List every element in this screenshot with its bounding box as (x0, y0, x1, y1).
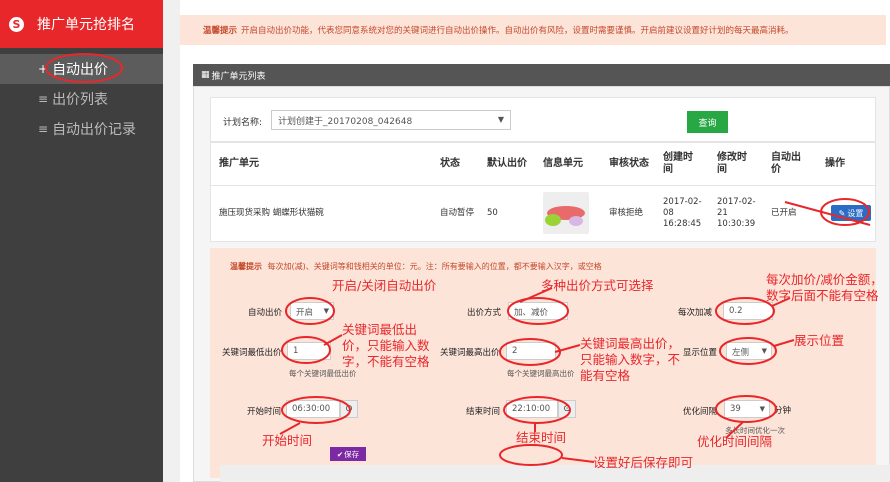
interval-label: 优化间隔 (683, 407, 718, 417)
col-info-unit: 信息单元 (543, 158, 583, 169)
bottom-strip (220, 465, 890, 482)
tip-text: 开启自动出价功能，代表您同意系统对您的关键词进行自动出价操作。自动出价有风险，设… (241, 26, 794, 36)
plan-select[interactable]: 计划创建于_20170208_042648 ▼ (271, 110, 511, 130)
panel-title: 推广单元列表 (211, 71, 266, 82)
save-button[interactable]: ✔ 保存 (330, 447, 366, 461)
position-value: 左侧 (732, 348, 750, 358)
anno-max: 关键词最高出价，只能输入数字，不能有空格 (580, 336, 681, 383)
save-button-label: 保存 (344, 449, 360, 459)
auto-bid-select[interactable]: 开启 ▼ (290, 302, 334, 320)
sidebar: S 推广单元抢排名 + 自动出价 ≡ 出价列表 ≡ 自动出价记录 (0, 0, 163, 482)
cell-action: ✎ 设置 (831, 186, 871, 240)
clock-icon[interactable]: ⊙ (558, 400, 576, 418)
anno-interval: 优化时间间隔 (697, 434, 773, 449)
list-icon: ≡ (38, 122, 49, 136)
settings-tip-text: 每次加(减)、关键词等和钱相关的单位：元。注：所有要输入的位置，都不要输入汉字，… (267, 262, 602, 271)
end-time-label: 结束时间 (466, 407, 501, 417)
step-input[interactable]: 0.2 (723, 302, 773, 320)
grid-icon: ▦ (201, 70, 210, 80)
cell-status: 自动暂停 (440, 207, 475, 218)
max-bid-label: 关键词最高出价 (440, 348, 500, 358)
edit-icon: ✎ (838, 208, 846, 218)
bid-mode-label: 出价方式 (467, 308, 502, 318)
tip-label: 温馨提示 (203, 26, 238, 36)
col-auto: 自动出价 (771, 152, 801, 175)
table-row: 施压现货采购 蝴蝶形状猫碗 自动暂停 50 审核拒绝 2017-02-08 16… (210, 186, 876, 242)
col-status: 状态 (440, 158, 460, 169)
caret-down-icon: ▼ (759, 405, 765, 413)
table-header: 推广单元 状态 默认出价 信息单元 审核状态 创建时间 修改时间 自动出价 操作 (210, 142, 876, 186)
bid-mode-select[interactable]: 加、减价 (508, 302, 568, 320)
sidebar-item-label: 出价列表 (52, 92, 109, 108)
interval-unit: 分钟 (774, 406, 792, 416)
caret-down-icon: ▼ (323, 307, 329, 315)
product-image (543, 192, 589, 234)
unit-table: 推广单元 状态 默认出价 信息单元 审核状态 创建时间 修改时间 自动出价 操作… (210, 142, 876, 242)
start-time-label: 开始时间 (247, 407, 282, 417)
list-icon: ≡ (38, 92, 49, 106)
cell-info-unit (543, 186, 589, 240)
plus-icon: + (38, 62, 49, 76)
sidebar-item-bid-records[interactable]: ≡ 自动出价记录 (0, 114, 163, 144)
min-bid-input[interactable]: 1 (287, 342, 331, 360)
clock-icon[interactable]: ⊙ (340, 400, 358, 418)
caret-down-icon: ▼ (761, 347, 767, 355)
sidebar-item-label: 自动出价记录 (52, 122, 137, 138)
query-button[interactable]: 查询 (687, 111, 728, 133)
anno-min: 关键词最低出价，只能输入数字，不能有空格 (342, 322, 430, 369)
max-bid-input[interactable]: 2 (506, 342, 556, 360)
col-created: 创建时间 (663, 152, 693, 175)
cell-auto: 已开启 (771, 207, 797, 218)
brand-logo-icon: S (9, 16, 24, 32)
sidebar-item-bid-list[interactable]: ≡ 出价列表 (0, 84, 163, 114)
cell-bid: 50 (487, 207, 498, 218)
anno-position: 展示位置 (794, 333, 845, 348)
col-audit: 审核状态 (609, 158, 649, 169)
sidebar-brand[interactable]: S 推广单元抢排名 (0, 0, 163, 48)
settings-tip: 温馨提示 每次加(减)、关键词等和钱相关的单位：元。注：所有要输入的位置，都不要… (230, 261, 602, 272)
panel-header: ▦ 推广单元列表 (193, 64, 890, 86)
cell-created: 2017-02-08 16:28:45 (663, 196, 702, 229)
plan-select-value: 计划创建于_20170208_042648 (278, 117, 413, 127)
position-select[interactable]: 左侧 ▼ (726, 342, 772, 360)
col-bid: 默认出价 (487, 158, 527, 169)
search-row: 计划名称: 计划创建于_20170208_042648 ▼ 查询 (210, 97, 876, 142)
bid-mode-value: 加、减价 (514, 308, 549, 318)
anno-toggle: 开启/关闭自动出价 (332, 278, 437, 293)
interval-select[interactable]: 39 ▼ (724, 400, 770, 418)
col-unit: 推广单元 (219, 158, 259, 169)
brand-title: 推广单元抢排名 (37, 17, 135, 33)
sidebar-item-auto-bid[interactable]: + 自动出价 (0, 54, 163, 84)
min-bid-label: 关键词最低出价 (222, 348, 282, 358)
settings-tip-label: 温馨提示 (230, 262, 262, 271)
max-bid-help: 每个关键词最高出价 (507, 369, 575, 378)
settings-button[interactable]: ✎ 设置 (831, 205, 871, 221)
anno-start: 开始时间 (262, 433, 313, 448)
col-modified: 修改时间 (717, 152, 747, 175)
anno-modes: 多种出价方式可选择 (541, 278, 654, 293)
sidebar-item-label: 自动出价 (52, 62, 109, 78)
anno-end: 结束时间 (516, 430, 567, 445)
start-time-input[interactable]: 06:30:00 (286, 400, 340, 418)
step-label: 每次加减 (678, 308, 713, 318)
check-icon: ✔ (336, 449, 344, 459)
interval-value: 39 (730, 404, 741, 414)
cell-unit: 施压现货采购 蝴蝶形状猫碗 (219, 207, 324, 218)
settings-button-label: 设置 (847, 208, 864, 218)
cell-modified: 2017-02-21 10:30:39 (717, 196, 756, 229)
anno-step: 每次加价/减价金额，数字后面不能有空格 (766, 272, 883, 303)
auto-bid-value: 开启 (296, 308, 314, 318)
end-time-input[interactable]: 22:10:00 (506, 400, 558, 418)
position-label: 显示位置 (683, 348, 718, 358)
col-action: 操作 (825, 158, 845, 169)
plan-label: 计划名称: (223, 118, 263, 128)
chevron-down-icon: ▼ (497, 115, 504, 124)
auto-bid-label: 自动出价 (248, 308, 283, 318)
warning-tip: 温馨提示 开启自动出价功能，代表您同意系统对您的关键词进行自动出价操作。自动出价… (180, 15, 886, 45)
anno-save: 设置好后保存即可 (593, 455, 694, 470)
cell-audit: 审核拒绝 (609, 207, 644, 218)
